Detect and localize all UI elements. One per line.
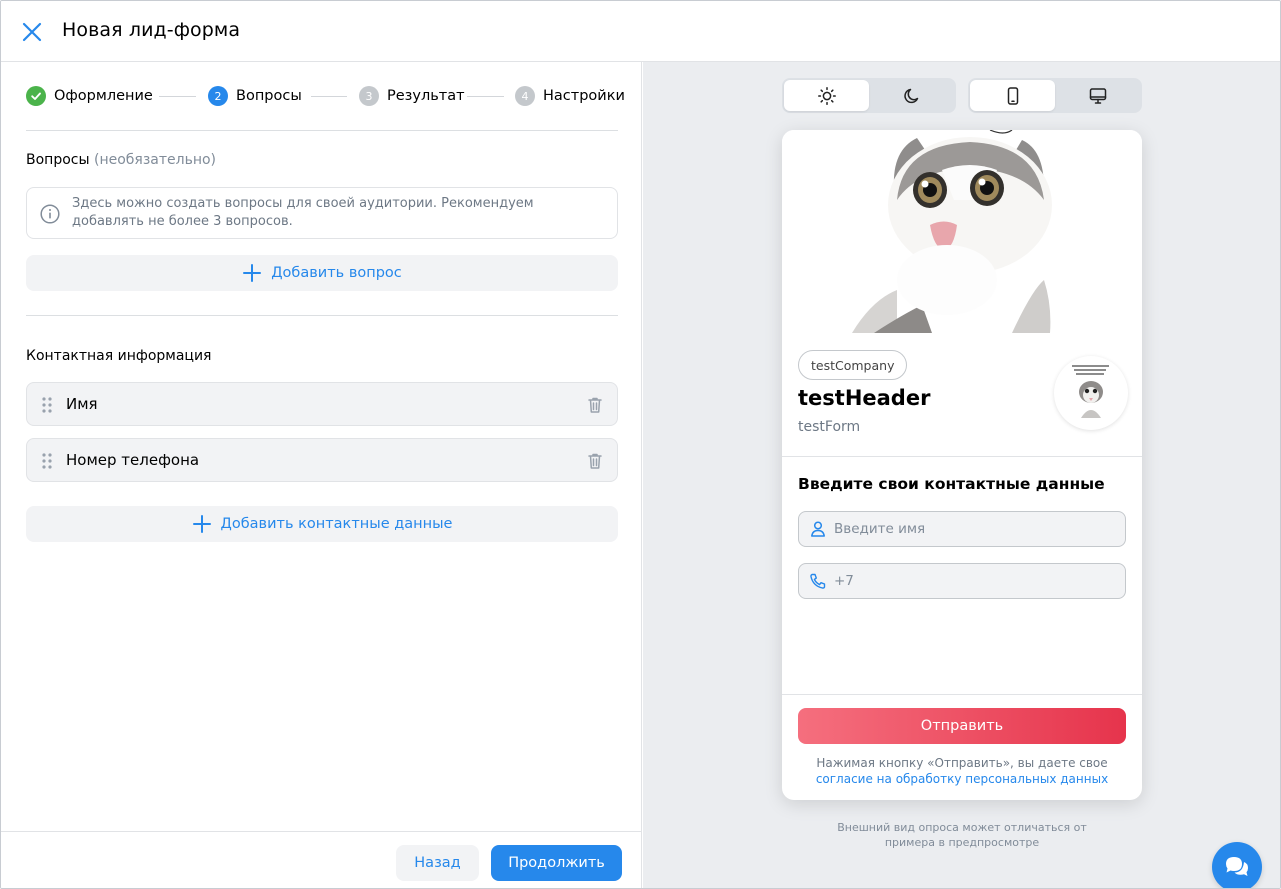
form-preview: testCompany testHeader testForm Введите … [782,130,1142,800]
editor-panel: Оформление 2 Вопросы 3 Результат 4 Настр… [1,62,642,888]
trash-icon[interactable] [585,451,605,471]
add-contact-label: Добавить контактные данные [220,516,453,532]
desktop-view-button[interactable] [1055,80,1140,111]
drag-handle-icon[interactable] [41,452,53,470]
theme-switcher [782,78,956,113]
check-icon [26,86,46,106]
contact-field-row[interactable]: Имя [26,382,618,426]
back-button[interactable]: Назад [396,845,479,881]
phone-icon [1007,86,1018,105]
phone-placeholder: +7 [834,573,854,589]
company-logo [1054,356,1128,430]
moon-icon [903,88,918,103]
step-label: Оформление [54,88,153,104]
dark-theme-button[interactable] [869,80,954,111]
step-number: 3 [359,86,379,106]
footer-bar: Назад Продолжить [1,831,641,888]
chat-icon [1226,857,1248,876]
field-label: Номер телефона [66,451,200,469]
phone-call-icon [810,573,826,589]
chat-button[interactable] [1212,842,1262,888]
divider [26,315,618,316]
preview-note: Внешний вид опроса может отличаться от п… [837,821,1087,849]
add-question-label: Добавить вопрос [271,265,402,281]
step-number: 2 [208,86,228,106]
monitor-icon [1089,87,1106,104]
field-label: Имя [66,395,98,413]
optional-hint: (необязательно) [93,152,217,168]
submit-button[interactable]: Отправить [798,708,1126,744]
form-header: testHeader [798,386,931,410]
consent-link[interactable]: согласие на обработку персональных данны… [816,772,1108,786]
sun-icon [817,86,836,105]
contacts-title: Контактная информация [26,348,212,364]
page-title: Новая лид-форма [62,19,241,41]
step-connector [311,96,347,97]
form-subheader: testForm [798,419,861,435]
step-connector [159,96,196,97]
step-number: 4 [515,86,535,106]
step-result[interactable]: 3 Результат [359,85,465,107]
company-chip: testCompany [798,350,908,380]
add-contact-button[interactable]: Добавить контактные данные [26,506,618,542]
step-connector [467,96,504,97]
name-input[interactable]: Введите имя [798,511,1126,547]
info-text: Здесь можно создать вопросы для своей ау… [72,196,534,229]
step-settings[interactable]: 4 Настройки [515,85,625,107]
divider [782,456,1142,457]
cover-image [782,130,1142,333]
user-icon [811,521,825,537]
close-icon[interactable] [21,21,43,43]
divider [782,694,1142,695]
step-label: Вопросы [236,88,302,104]
name-placeholder: Введите имя [834,521,926,537]
contact-field-row[interactable]: Номер телефона [26,438,618,482]
light-theme-button[interactable] [784,80,869,111]
stepper: Оформление 2 Вопросы 3 Результат 4 Настр… [26,85,625,107]
contact-title: Введите свои контактные данные [798,475,1105,493]
consent-text: Нажимая кнопку «Отправить», вы даете сво… [798,755,1126,787]
step-questions[interactable]: 2 Вопросы [208,85,302,107]
trash-icon[interactable] [585,395,605,415]
step-label: Настройки [543,88,625,104]
plus-icon [192,515,211,533]
add-question-button[interactable]: Добавить вопрос [26,255,618,291]
drag-handle-icon[interactable] [41,396,53,414]
step-design[interactable]: Оформление [26,85,153,107]
divider [26,130,618,131]
info-banner: Здесь можно создать вопросы для своей ау… [26,187,618,239]
step-label: Результат [387,88,465,104]
plus-icon [243,264,262,282]
header: Новая лид-форма [1,1,1280,62]
phone-input[interactable]: +7 [798,563,1126,599]
device-switcher [968,78,1142,113]
consent-prefix: Нажимая кнопку «Отправить», вы даете сво… [816,756,1108,770]
preview-panel: testCompany testHeader testForm Введите … [643,62,1280,888]
questions-title: Вопросы (необязательно) [26,152,216,168]
questions-title-text: Вопросы [26,152,90,168]
continue-button[interactable]: Продолжить [491,845,622,881]
info-icon [40,204,60,224]
mobile-view-button[interactable] [970,80,1055,111]
app-window: Новая лид-форма Оформление 2 Вопросы 3 Р… [0,0,1281,889]
